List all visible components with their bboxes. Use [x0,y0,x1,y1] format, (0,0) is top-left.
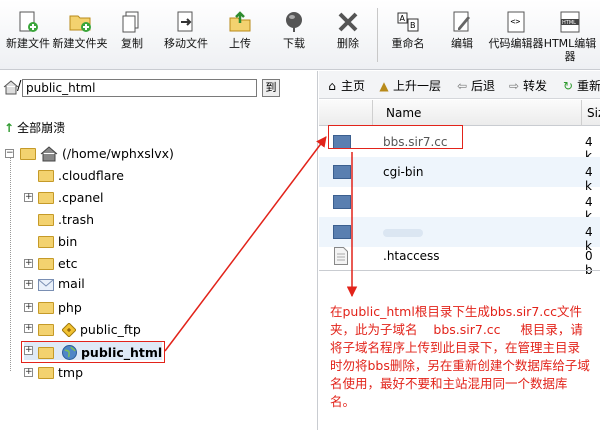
arrow-to-folder [164,136,327,352]
annotation-arrows [164,136,358,352]
